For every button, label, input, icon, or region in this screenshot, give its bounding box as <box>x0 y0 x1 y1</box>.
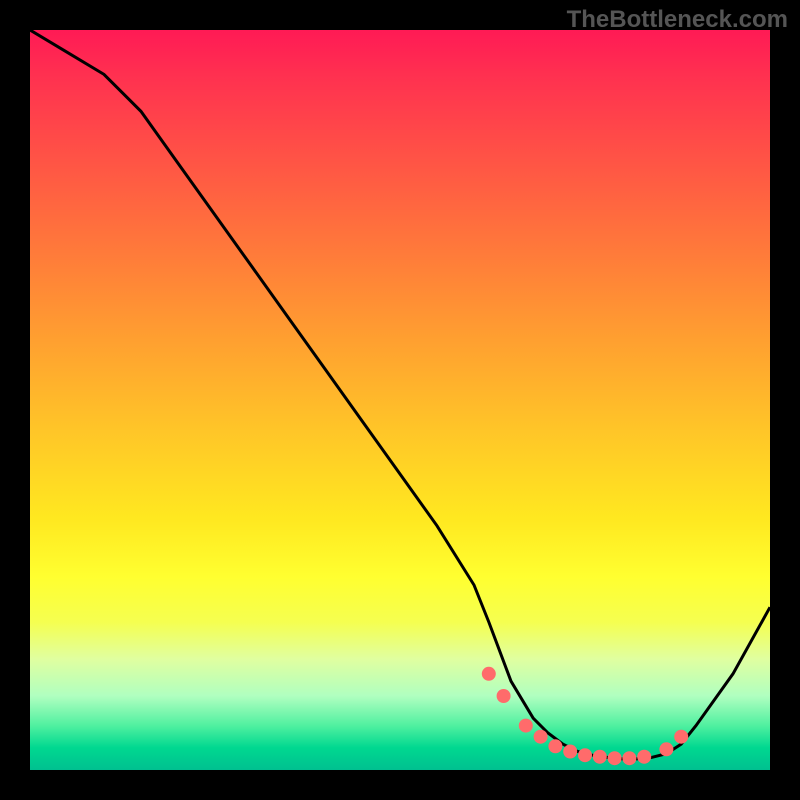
marker-point <box>519 719 533 733</box>
marker-point <box>637 750 651 764</box>
marker-point <box>534 730 548 744</box>
curve-svg <box>30 30 770 770</box>
marker-point <box>593 750 607 764</box>
marker-point <box>674 730 688 744</box>
marker-point <box>578 748 592 762</box>
bottleneck-curve <box>30 30 770 759</box>
marker-point <box>563 745 577 759</box>
plot-area <box>30 30 770 770</box>
marker-point <box>548 739 562 753</box>
marker-point <box>622 751 636 765</box>
marker-point <box>608 751 622 765</box>
chart-container: TheBottleneck.com <box>0 0 800 800</box>
marker-point <box>482 667 496 681</box>
watermark-text: TheBottleneck.com <box>567 6 788 34</box>
marker-point <box>497 689 511 703</box>
marker-point <box>659 742 673 756</box>
